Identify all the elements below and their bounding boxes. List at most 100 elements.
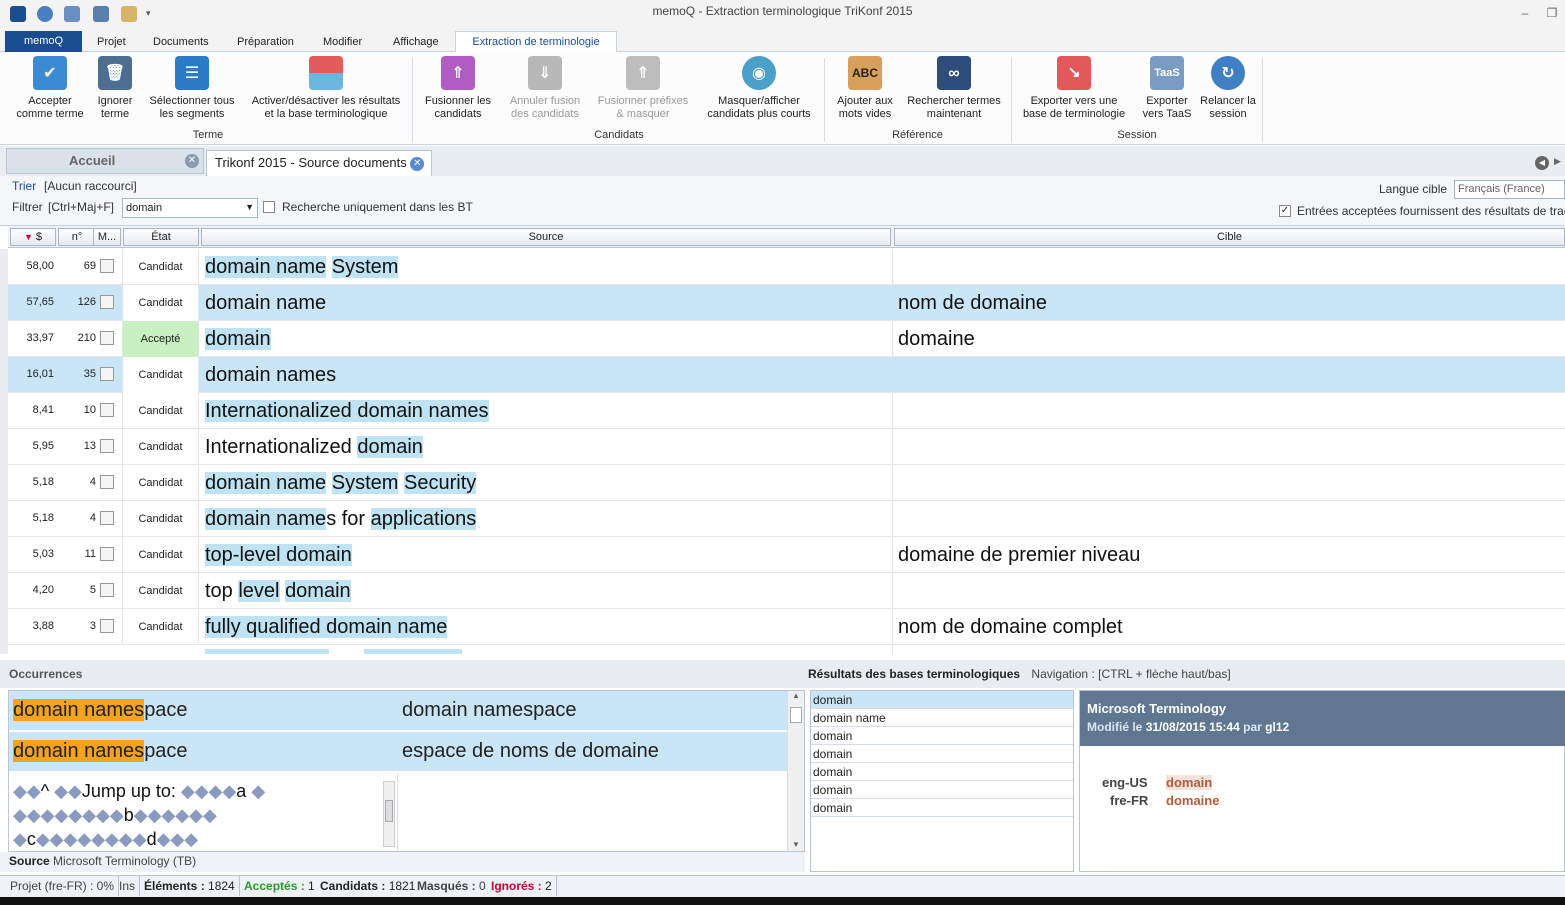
merge-icon: ⇑ [441,56,475,90]
sort-value: [Aucun raccourci] [44,179,137,193]
match-icon [100,547,114,561]
table-row[interactable]: 57,65 126 Candidat domain name nom de do… [8,285,1565,321]
scroll-right-icon[interactable]: ▶ [1554,156,1565,170]
table-row[interactable]: 5,95 13 Candidat Internationalized domai… [8,429,1565,465]
filter-input[interactable]: domain ▼ [122,198,258,218]
close-icon[interactable]: ✕ [410,156,425,171]
occurrence-row[interactable]: domain namespace espace de noms de domai… [9,732,787,772]
export-taas-button[interactable]: TaaS Exporter vers TaaS [1138,56,1196,121]
list-item[interactable]: domain [811,727,1073,745]
ribbon-separator [1011,58,1012,142]
export-tb-button[interactable]: ↘ Exporter vers une base de terminologie [1018,56,1130,121]
restart-session-button[interactable]: ↻ Relancer la session [1200,56,1256,121]
grid-header: ▼ $ n° M... État Source Cible [8,226,1565,248]
table-row[interactable]: 5,18 4 Candidat domain names for applica… [8,501,1565,537]
merge-prefix-hide-button[interactable]: ⇑ Fusionner préfixes & masquer [593,56,693,121]
table-row[interactable]: 3,88 3 Candidat fully qualified domain n… [8,609,1565,645]
scrollbar-thumb[interactable] [790,707,802,723]
state-cell: Candidat [122,357,199,393]
group-session: Session [1117,129,1157,141]
search-terms-now-button[interactable]: ∞ Rechercher termes maintenant [903,56,1005,121]
restore-icon[interactable]: ❐ [1545,6,1559,20]
minimize-icon[interactable]: – [1518,6,1532,20]
accepted-entries-checkbox[interactable]: ✓ [1279,205,1291,217]
table-row[interactable]: 5,03 11 Candidat top-level domain domain… [8,537,1565,573]
tb-results-list: domain domain name domain domain domain … [810,690,1074,872]
occurrences-scrollbar[interactable]: ▲ ▼ [787,691,804,851]
list-item[interactable]: domain [811,781,1073,799]
target-term[interactable]: domaine de premier niveau [898,543,1140,567]
occurrences-panel: domain namespace domain namespace domain… [8,690,805,852]
toggle-results-button[interactable]: Activer/désactiver les résultats et la b… [246,56,406,121]
ribbon-separator [824,58,825,142]
target-lang-label: Langue cible [1379,182,1448,196]
occurrence-row[interactable]: domain namespace domain namespace [9,691,787,731]
occurrences-header: Occurrences [0,660,805,688]
chevron-down-icon[interactable]: ▼ [245,202,254,212]
list-item[interactable]: domain [811,763,1073,781]
state-cell: Candidat [122,465,199,501]
tab-memoq[interactable]: memoQ [5,31,82,52]
tab-preparation[interactable]: Préparation [229,32,302,52]
table-row[interactable]: 33,97 210 Accepté domain domaine [8,321,1565,357]
source-term: domain names for applications [205,508,477,530]
target-lang-select[interactable]: Français (France) [1454,180,1565,199]
tb-entry-term: domain [1166,775,1213,790]
scrollbar-thumb[interactable] [385,800,393,822]
unmerge-candidates-button[interactable]: ⇓ Annuler fusion des candidats [503,56,587,121]
list-item[interactable]: domain [811,799,1073,817]
tab-affichage[interactable]: Affichage [385,32,447,52]
table-row[interactable]: 16,01 35 Candidat domain names [8,357,1565,393]
bt-only-label: Recherche uniquement dans les BT [282,200,473,214]
tab-documents[interactable]: Documents [145,32,217,52]
context-scrollbar[interactable] [383,781,395,847]
table-row[interactable]: 8,41 10 Candidat Internationalized domai… [8,393,1565,429]
hide-show-shorter-button[interactable]: ◉ Masquer/afficher candidats plus courts [700,56,818,121]
state-cell: Candidat [122,285,199,321]
target-term[interactable]: nom de domaine [898,291,1047,315]
scroll-down-icon[interactable]: ▼ [788,840,804,849]
source-term: Internationalized domain [205,436,423,458]
tb-name: Microsoft Terminology [1087,701,1227,716]
bt-only-checkbox[interactable] [263,201,275,213]
add-stopwords-button[interactable]: ABC Ajouter aux mots vides [830,56,900,121]
column-state[interactable]: État [123,228,199,246]
ignore-term-button[interactable]: 🗑 Ignorer terme [92,56,138,121]
list-item[interactable]: domain name [811,709,1073,727]
match-icon [100,295,114,309]
target-term[interactable]: domaine [898,327,975,351]
table-row[interactable]: 58,00 69 Candidat domain name System [8,249,1565,285]
tab-accueil[interactable]: Accueil ✕ [6,148,204,174]
state-cell: Accepté [122,321,199,357]
select-all-segments-button[interactable]: ☰ Sélectionner tous les segments [143,56,241,121]
list-item[interactable]: domain [811,691,1073,709]
status-candidates: Candidats : 1821 [320,879,416,893]
tab-source-documents[interactable]: Trikonf 2015 - Source documents ✕ [206,150,432,176]
match-icon [100,367,114,381]
occurrence-source: domain namespace [13,740,188,762]
table-row[interactable]: 4,20 5 Candidat top level domain [8,573,1565,609]
table-row[interactable]: 5,18 4 Candidat domain name System Secur… [8,465,1565,501]
close-icon[interactable]: ✕ [185,154,199,168]
accept-term-button[interactable]: ✔ Accepter comme terme [10,56,90,121]
tab-modifier[interactable]: Modifier [315,32,370,52]
tab-projet[interactable]: Projet [89,32,134,52]
sort-label[interactable]: Trier [12,179,36,193]
status-project: Projet (fre-FR) : 0% [6,876,120,896]
column-target[interactable]: Cible [894,228,1565,246]
list-item[interactable]: domain [811,745,1073,763]
scroll-up-icon[interactable]: ▲ [788,691,804,700]
filter-shortcut: [Ctrl+Maj+F] [48,200,115,214]
context-line: ◆◆◆◆◆◆◆◆b◆◆◆◆◆◆ [13,805,217,825]
column-n[interactable]: n° [58,228,96,246]
scroll-left-icon[interactable]: ◀ [1535,156,1549,170]
column-score[interactable]: ▼ $ [10,228,56,246]
column-m[interactable]: M... [93,228,121,246]
match-icon [100,619,114,633]
column-source[interactable]: Source [201,228,891,246]
tab-extraction-terminologie[interactable]: Extraction de terminologie [455,31,617,53]
merge-candidates-button[interactable]: ⇑ Fusionner les candidats [420,56,496,121]
status-hidden: Masqués : 0 [417,879,486,893]
group-reference: Référence [892,129,943,141]
target-term[interactable]: nom de domaine complet [898,615,1123,639]
